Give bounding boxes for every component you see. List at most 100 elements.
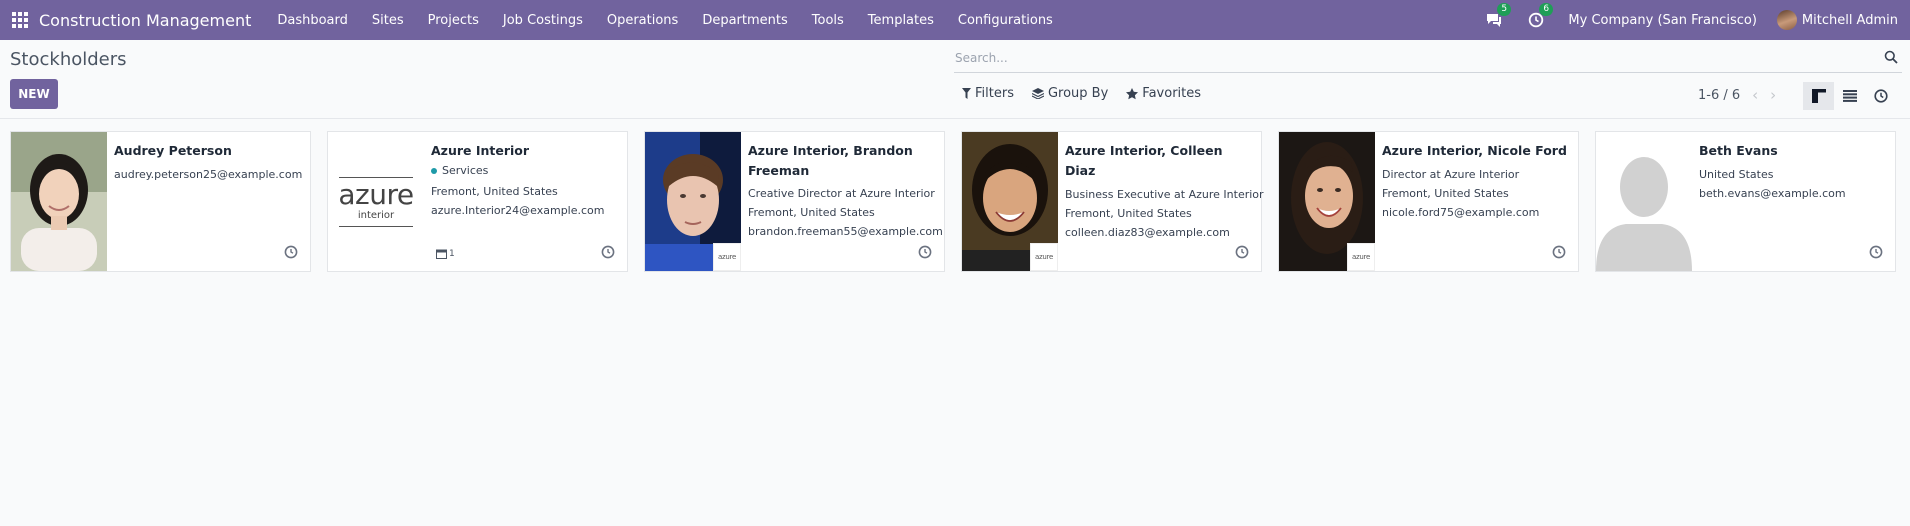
search-bar [954, 45, 1902, 73]
company-mini-logo: azure [1347, 243, 1375, 271]
search-icon[interactable] [1884, 50, 1898, 64]
contact-location: United States [1699, 168, 1774, 181]
group-by-label: Group By [1047, 86, 1109, 101]
activity-clock-icon[interactable] [1552, 245, 1566, 259]
contact-location: Fremont, United States [748, 206, 875, 219]
menu-job-costings[interactable]: Job Costings [491, 13, 595, 28]
logo-wordmark: azure [338, 177, 414, 211]
top-navbar: Construction Management Dashboard Sites … [0, 0, 1910, 40]
contact-photo: azure [1279, 132, 1375, 271]
apps-menu-icon[interactable] [11, 11, 29, 29]
contact-card[interactable]: Audrey Peterson audrey.peterson25@exampl… [10, 131, 311, 272]
menu-operations[interactable]: Operations [595, 13, 690, 28]
contact-info: Azure Interior, Nicole Ford Director at … [1382, 141, 1570, 222]
activities-icon[interactable]: 6 [1526, 3, 1554, 30]
logo-rule-bottom [339, 225, 413, 227]
menu-projects[interactable]: Projects [416, 13, 491, 28]
menu-templates[interactable]: Templates [856, 13, 946, 28]
filters-button[interactable]: Filters [962, 86, 1014, 101]
menu-departments[interactable]: Departments [690, 13, 799, 28]
contact-name: Azure Interior, Brandon Freeman [748, 143, 913, 178]
kanban-board: Audrey Peterson audrey.peterson25@exampl… [10, 131, 1896, 272]
logo-subtext: interior [357, 209, 395, 221]
new-button[interactable]: NEW [10, 79, 58, 109]
menu-configurations[interactable]: Configurations [946, 13, 1065, 28]
contact-card[interactable]: Beth Evans United States beth.evans@exam… [1595, 131, 1896, 272]
layers-icon [1031, 88, 1044, 99]
page-title: Stockholders [10, 49, 127, 70]
list-view-icon[interactable] [1834, 82, 1865, 110]
main-menu: Dashboard Sites Projects Job Costings Op… [265, 13, 1064, 28]
contact-photo: azure [962, 132, 1058, 271]
group-by-button[interactable]: Group By [1031, 86, 1109, 101]
activity-clock-icon[interactable] [601, 245, 615, 259]
contact-info: Azure Interior Services Fremont, United … [431, 141, 619, 220]
contact-info: Azure Interior, Brandon Freeman Creative… [748, 141, 943, 241]
systray: 5 6 My Company (San Francisco) Mitchell … [1484, 0, 1910, 40]
company-mini-logo: azure [713, 243, 741, 271]
tag-label: Services [442, 164, 489, 177]
company-switcher[interactable]: My Company (San Francisco) [1568, 13, 1756, 28]
activity-clock-icon[interactable] [918, 245, 932, 259]
placeholder-avatar [1596, 132, 1692, 271]
company-mini-logo: azure [1030, 243, 1058, 271]
contact-card[interactable]: azure interior Azure Interior Services F… [327, 131, 628, 272]
star-icon [1126, 87, 1139, 99]
messages-count-badge: 5 [1497, 3, 1512, 16]
contact-location: Fremont, United States [431, 185, 558, 198]
contact-card[interactable]: azure Azure Interior, Nicole Ford Direct… [1278, 131, 1579, 272]
category-tag: Services [431, 161, 619, 180]
favorites-button[interactable]: Favorites [1126, 86, 1201, 101]
contact-name: Azure Interior, Nicole Ford [1382, 143, 1567, 158]
contact-name: Azure Interior, Colleen Diaz [1065, 143, 1223, 178]
messages-icon[interactable]: 5 [1484, 3, 1512, 30]
contact-email: nicole.ford75@example.com [1382, 206, 1540, 219]
contact-card[interactable]: azure Azure Interior, Brandon Freeman Cr… [644, 131, 945, 272]
contact-job-title: Business Executive at Azure Interior [1065, 188, 1264, 201]
contact-job-title: Director at Azure Interior [1382, 168, 1520, 181]
contact-email: azure.Interior24@example.com [431, 204, 605, 217]
menu-tools[interactable]: Tools [800, 13, 856, 28]
user-avatar [1776, 10, 1797, 30]
company-logo: azure interior [328, 132, 424, 271]
meetings-count: 1 [449, 249, 455, 259]
activity-clock-icon[interactable] [1869, 245, 1883, 259]
pager: 1-6 / 6 ‹ › [1698, 86, 1776, 104]
pager-value[interactable]: 1-6 / 6 [1698, 88, 1740, 103]
contact-name: Azure Interior [431, 143, 530, 158]
contact-photo: azure [645, 132, 741, 271]
contact-card[interactable]: azure Azure Interior, Colleen Diaz Busin… [961, 131, 1264, 272]
contact-email: beth.evans@example.com [1699, 187, 1846, 200]
contact-photo [11, 132, 107, 271]
activity-view-icon[interactable] [1865, 82, 1896, 110]
menu-sites[interactable]: Sites [360, 13, 416, 28]
kanban-view-icon[interactable] [1803, 82, 1834, 110]
contact-location: Fremont, United States [1065, 207, 1192, 220]
control-panel-divider [0, 118, 1910, 119]
contact-job-title: Creative Director at Azure Interior [748, 187, 935, 200]
tag-color-dot [431, 167, 437, 174]
search-options: Filters Group By Favorites [962, 86, 1219, 101]
activity-clock-icon[interactable] [1235, 245, 1249, 259]
contact-email: brandon.freeman55@example.com [748, 225, 943, 238]
filter-icon [962, 88, 971, 99]
activity-clock-icon[interactable] [284, 245, 298, 259]
pager-previous-icon[interactable]: ‹ [1752, 86, 1758, 104]
activities-count-badge: 6 [1539, 3, 1554, 16]
app-name[interactable]: Construction Management [39, 11, 251, 30]
contact-email: audrey.peterson25@example.com [114, 168, 303, 181]
view-switcher [1803, 82, 1896, 110]
contact-info: Audrey Peterson audrey.peterson25@exampl… [114, 141, 302, 184]
contact-info: Azure Interior, Colleen Diaz Business Ex… [1065, 141, 1264, 242]
user-menu[interactable]: Mitchell Admin [1776, 10, 1898, 30]
contact-name: Beth Evans [1699, 143, 1778, 158]
filters-label: Filters [975, 86, 1014, 101]
favorites-label: Favorites [1142, 86, 1202, 101]
calendar-icon [436, 249, 447, 259]
user-name: Mitchell Admin [1801, 12, 1898, 28]
pager-next-icon[interactable]: › [1770, 86, 1776, 104]
menu-dashboard[interactable]: Dashboard [265, 13, 360, 28]
search-input[interactable] [954, 45, 1854, 71]
meetings-indicator[interactable]: 1 [436, 249, 455, 259]
contact-info: Beth Evans United States beth.evans@exam… [1699, 141, 1887, 203]
